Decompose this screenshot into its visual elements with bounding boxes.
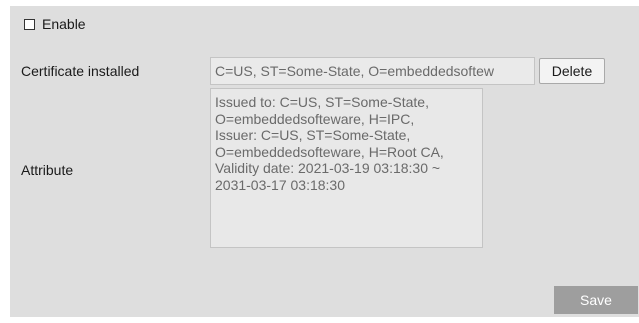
enable-label: Enable <box>42 16 86 32</box>
attribute-label: Attribute <box>21 162 74 178</box>
save-button[interactable]: Save <box>554 286 638 314</box>
enable-checkbox[interactable] <box>24 18 35 30</box>
settings-panel: Enable Certificate installed C=US, ST=So… <box>10 6 639 317</box>
enable-row[interactable]: Enable <box>24 16 86 32</box>
certificate-installed-label: Certificate installed <box>21 63 140 79</box>
delete-button[interactable]: Delete <box>539 58 605 84</box>
certificate-installed-field[interactable]: C=US, ST=Some-State, O=embeddedsoftew <box>210 57 535 85</box>
attribute-textarea[interactable]: Issued to: C=US, ST=Some-State, O=embedd… <box>210 88 483 248</box>
